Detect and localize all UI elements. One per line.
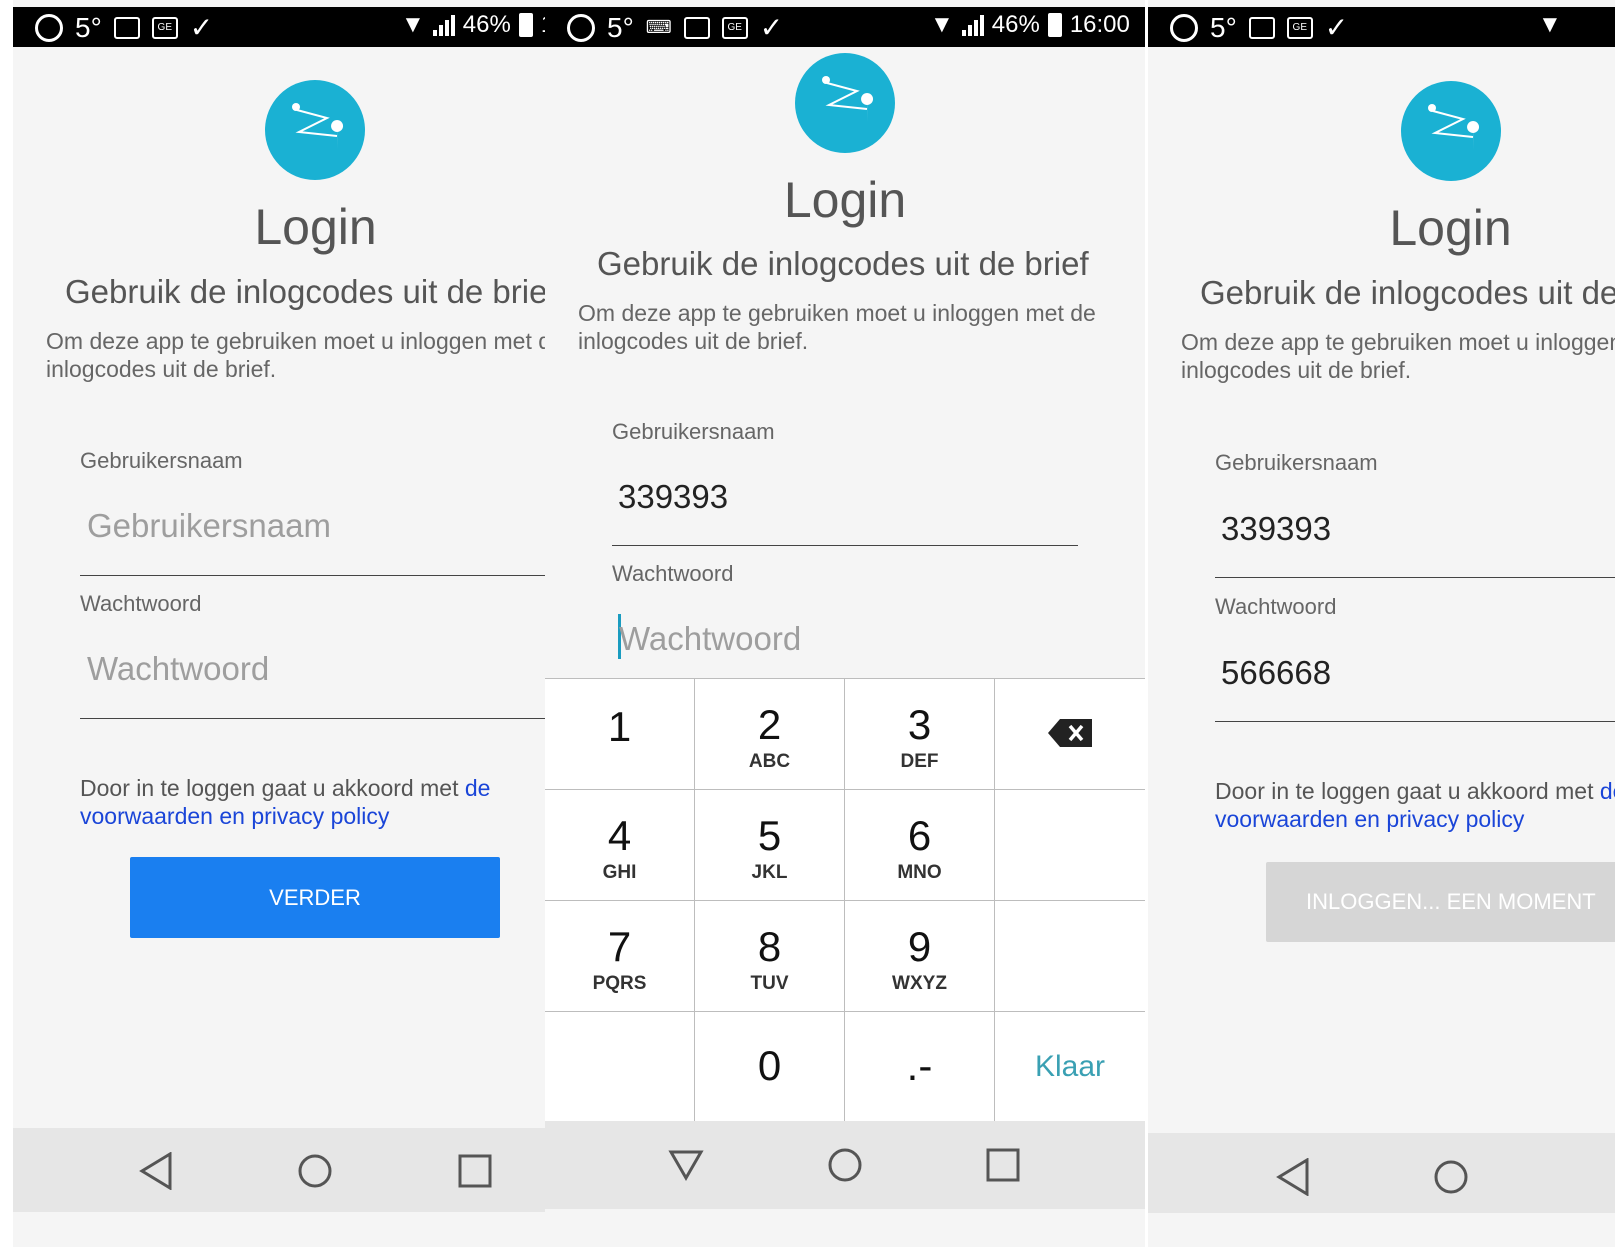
- username-input[interactable]: Gebruikersnaam: [87, 507, 545, 545]
- username-underline: [1215, 577, 1615, 578]
- key-2[interactable]: 2 ABC: [695, 679, 845, 790]
- app-logo-icon: [1401, 81, 1501, 181]
- page-subtitle: Gebruik de inlogcodes uit de brief: [597, 245, 1089, 282]
- wifi-icon: ▼: [401, 11, 425, 38]
- empty-key: [995, 790, 1145, 901]
- battery-icon: [1047, 13, 1062, 37]
- check-icon: ✓: [189, 12, 214, 43]
- username-label: Gebruikersnaam: [80, 448, 243, 473]
- page-title: Login: [1389, 200, 1512, 256]
- recents-icon[interactable]: [986, 1148, 1020, 1182]
- signal-icon: [961, 14, 984, 36]
- navigation-bar: [13, 1128, 545, 1212]
- numeric-keypad: 1 2 ABC 3 DEF 4 GHI 5 JKL 6 MNO 7 PQRS 8 TUV 9W…: [545, 678, 1145, 1122]
- app-logo-icon: [795, 53, 895, 153]
- password-label: Wachtwoord: [612, 561, 734, 586]
- status-bar: 5° GE ✓ ▼ 46% 1: [13, 7, 545, 47]
- username-label: Gebruikersnaam: [1215, 450, 1378, 475]
- terms-prefix: Door in te loggen gaat u akkoord met: [80, 775, 465, 801]
- page-title: Login: [254, 199, 377, 255]
- check-icon: ✓: [1324, 12, 1349, 43]
- ge-icon: GE: [721, 16, 748, 39]
- battery-percent: 46%: [991, 11, 1040, 38]
- temperature-text: 5°: [1210, 11, 1237, 43]
- temperature-text: 5°: [75, 11, 102, 43]
- key-4[interactable]: 4 GHI: [545, 790, 695, 901]
- image-icon: [113, 16, 140, 39]
- recents-icon[interactable]: [458, 1154, 492, 1188]
- battery-icon: [518, 13, 533, 37]
- terms-text: Door in te loggen gaat u akkoord met de …: [1215, 777, 1615, 833]
- continue-button[interactable]: VERDER: [130, 857, 500, 938]
- backspace-key[interactable]: [995, 679, 1145, 790]
- password-input[interactable]: 566668: [1221, 654, 1331, 692]
- empty-key: [545, 1012, 695, 1122]
- description-text: Om deze app te gebruiken moet u inloggen…: [578, 300, 1096, 354]
- wifi-icon: ▼: [1538, 11, 1562, 38]
- key-9[interactable]: 9 WXYZ: [845, 901, 995, 1012]
- home-icon[interactable]: [827, 1147, 863, 1183]
- username-underline: [612, 545, 1078, 546]
- page-subtitle: Gebruik de inlogcodes uit de brief: [1200, 274, 1615, 311]
- back-icon[interactable]: [1276, 1158, 1310, 1196]
- password-underline: [1215, 721, 1615, 722]
- description-text: Om deze app te gebruiken moet u inloggen…: [46, 328, 545, 382]
- back-icon[interactable]: [139, 1152, 173, 1190]
- app-logo-icon: [265, 80, 365, 180]
- password-input[interactable]: Wachtwoord: [87, 650, 545, 688]
- navigation-bar: [1148, 1133, 1615, 1213]
- status-bar: 5° GE ✓ ▼: [1148, 7, 1615, 47]
- key-7[interactable]: 7 PQRS: [545, 901, 695, 1012]
- ge-icon: GE: [151, 16, 178, 39]
- login-screen-keypad: 5° ⌨ GE ✓ ▼ 46% 16:00 Login Gebruik de i…: [545, 0, 1145, 1247]
- terms-prefix: Door in te loggen gaat u akkoord met: [1215, 778, 1600, 804]
- check-icon: ✓: [759, 12, 784, 43]
- username-input[interactable]: 339393: [1221, 510, 1331, 548]
- ge-icon: GE: [1286, 16, 1313, 39]
- username-underline: [80, 575, 545, 576]
- password-input[interactable]: Wachtwoord: [619, 620, 801, 658]
- hide-keyboard-icon[interactable]: [668, 1149, 704, 1181]
- key-1[interactable]: 1: [545, 679, 695, 790]
- app-notification-icon: [1170, 13, 1198, 42]
- home-icon[interactable]: [297, 1153, 333, 1189]
- backspace-icon: [1048, 719, 1092, 747]
- signal-icon: [432, 14, 455, 36]
- page-title: Login: [783, 172, 907, 228]
- image-icon: [683, 16, 710, 39]
- home-icon[interactable]: [1433, 1159, 1469, 1195]
- app-notification-icon: [567, 13, 595, 42]
- battery-percent: 46%: [462, 11, 511, 38]
- wifi-icon: ▼: [930, 11, 954, 38]
- key-0[interactable]: 0: [695, 1012, 845, 1122]
- login-screen-submitting: 5° GE ✓ ▼ Login Gebruik de inlogcodes ui…: [1148, 0, 1615, 1247]
- login-screen-empty: 5° GE ✓ ▼ 46% 1 Login Gebruik de inlogco…: [13, 0, 545, 1247]
- status-bar: 5° ⌨ GE ✓ ▼ 46% 16:00: [545, 7, 1145, 47]
- image-icon: [1248, 16, 1275, 39]
- navigation-bar: [545, 1121, 1145, 1209]
- key-dot-dash[interactable]: .-: [845, 1012, 995, 1122]
- keyboard-icon: ⌨: [645, 17, 672, 37]
- key-8[interactable]: 8 TUV: [695, 901, 845, 1012]
- key-3[interactable]: 3 DEF: [845, 679, 995, 790]
- terms-text: Door in te loggen gaat u akkoord met de …: [80, 774, 530, 830]
- page-subtitle: Gebruik de inlogcodes uit de brief: [65, 273, 545, 310]
- key-6[interactable]: 6 MNO: [845, 790, 995, 901]
- password-underline: [80, 718, 545, 719]
- username-label: Gebruikersnaam: [612, 419, 775, 444]
- clock: 16:00: [1069, 11, 1130, 38]
- password-label: Wachtwoord: [80, 591, 202, 616]
- description-text: Om deze app te gebruiken moet u inloggen…: [1181, 329, 1615, 383]
- login-button-loading: INLOGGEN... EEN MOMENT: [1266, 862, 1615, 942]
- done-key[interactable]: Klaar: [995, 1012, 1145, 1122]
- key-5[interactable]: 5 JKL: [695, 790, 845, 901]
- username-input[interactable]: 339393: [618, 478, 728, 516]
- app-notification-icon: [35, 13, 63, 42]
- password-label: Wachtwoord: [1215, 594, 1337, 619]
- temperature-text: 5°: [607, 11, 634, 43]
- empty-key: [995, 901, 1145, 1012]
